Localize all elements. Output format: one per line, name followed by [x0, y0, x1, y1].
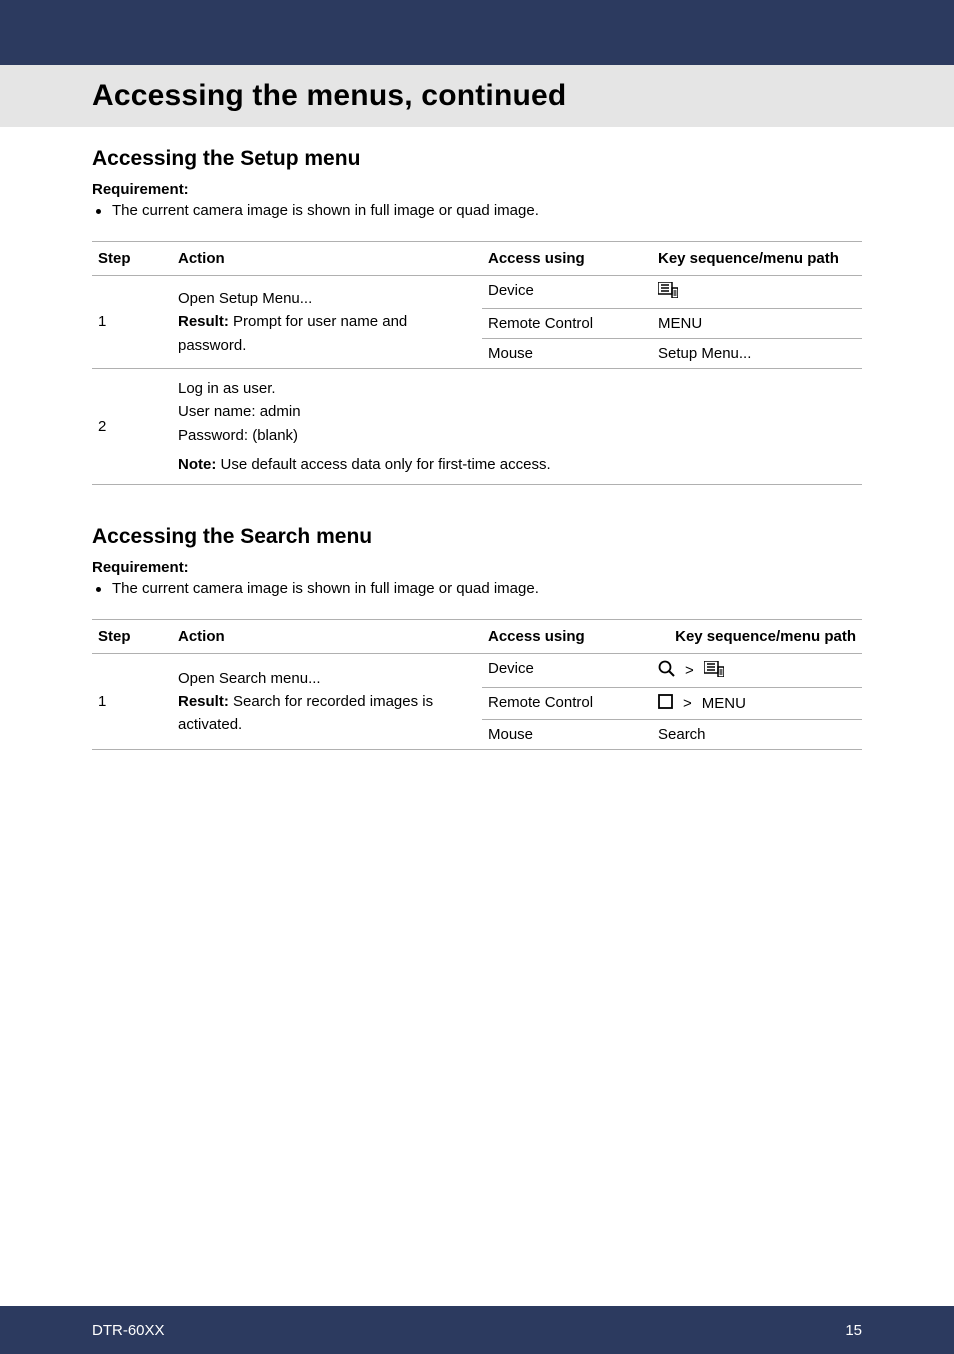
- th-action: Action: [172, 242, 482, 276]
- footer-right: 15: [845, 1322, 862, 1339]
- arrow-icon: >: [683, 695, 692, 712]
- cell-step-2: 2: [92, 369, 172, 485]
- th-step: Step: [92, 242, 172, 276]
- menu-icon: [704, 661, 724, 681]
- cell-key-device: [652, 276, 862, 309]
- th-key: Key sequence/menu path: [652, 620, 862, 654]
- cell-action-2: Log in as user. User name: admin Passwor…: [172, 369, 862, 485]
- cell-key-device: >: [652, 654, 862, 688]
- footer-left: DTR-60XX: [92, 1322, 165, 1339]
- cell-access-mouse: Mouse: [482, 720, 652, 750]
- result-label: Result:: [178, 313, 229, 330]
- cell-access-remote: Remote Control: [482, 309, 652, 339]
- th-action: Action: [172, 620, 482, 654]
- note-text: Use default access data only for first-t…: [216, 456, 550, 473]
- login-line1: Log in as user.: [178, 377, 856, 400]
- section-search-menu: Accessing the Search menu Requirement: T…: [92, 525, 862, 750]
- cell-key-mouse: Setup Menu...: [652, 339, 862, 369]
- result-label: Result:: [178, 693, 229, 710]
- cell-access-remote: Remote Control: [482, 688, 652, 720]
- footer: DTR-60XX 15: [0, 1306, 954, 1354]
- requirement-label: Requirement:: [92, 559, 862, 576]
- requirement-item: The current camera image is shown in ful…: [96, 202, 862, 219]
- action-line1: Open Setup Menu...: [178, 287, 476, 310]
- requirement-list: The current camera image is shown in ful…: [92, 580, 862, 597]
- requirement-label: Requirement:: [92, 181, 862, 198]
- action-result: Result: Search for recorded images is ac…: [178, 690, 476, 737]
- th-access: Access using: [482, 620, 652, 654]
- stop-icon: [658, 694, 673, 713]
- top-band: [0, 0, 954, 65]
- title-band: Accessing the menus, continued: [0, 65, 954, 127]
- cell-access-mouse: Mouse: [482, 339, 652, 369]
- search-table: Step Action Access using Key sequence/me…: [92, 620, 862, 750]
- arrow-icon: >: [685, 662, 694, 679]
- cell-key-mouse: Search: [652, 720, 862, 750]
- cell-key-remote: > MENU: [652, 688, 862, 720]
- th-access: Access using: [482, 242, 652, 276]
- action-line1: Open Search menu...: [178, 667, 476, 690]
- section-setup-menu: Accessing the Setup menu Requirement: Th…: [92, 147, 862, 485]
- login-note: Note: Use default access data only for f…: [178, 453, 856, 476]
- menu-icon: [658, 282, 678, 302]
- login-line3: Password: (blank): [178, 424, 856, 447]
- page-title: Accessing the menus, continued: [92, 79, 926, 113]
- cell-key-remote: MENU: [652, 309, 862, 339]
- action-result: Result: Prompt for user name and passwor…: [178, 310, 476, 357]
- section-heading: Accessing the Search menu: [92, 525, 862, 549]
- key-remote-label: MENU: [702, 695, 746, 712]
- requirement-item: The current camera image is shown in ful…: [96, 580, 862, 597]
- th-step: Step: [92, 620, 172, 654]
- cell-step-1: 1: [92, 276, 172, 369]
- search-icon: [658, 660, 675, 681]
- setup-table: Step Action Access using Key sequence/me…: [92, 242, 862, 485]
- cell-access-device: Device: [482, 654, 652, 688]
- cell-access-device: Device: [482, 276, 652, 309]
- note-label: Note:: [178, 456, 216, 473]
- content: Accessing the Setup menu Requirement: Th…: [0, 127, 954, 750]
- login-line2: User name: admin: [178, 400, 856, 423]
- th-key: Key sequence/menu path: [652, 242, 862, 276]
- section-heading: Accessing the Setup menu: [92, 147, 862, 171]
- cell-action-1: Open Search menu... Result: Search for r…: [172, 654, 482, 750]
- cell-step-1: 1: [92, 654, 172, 750]
- requirement-list: The current camera image is shown in ful…: [92, 202, 862, 219]
- cell-action-1: Open Setup Menu... Result: Prompt for us…: [172, 276, 482, 369]
